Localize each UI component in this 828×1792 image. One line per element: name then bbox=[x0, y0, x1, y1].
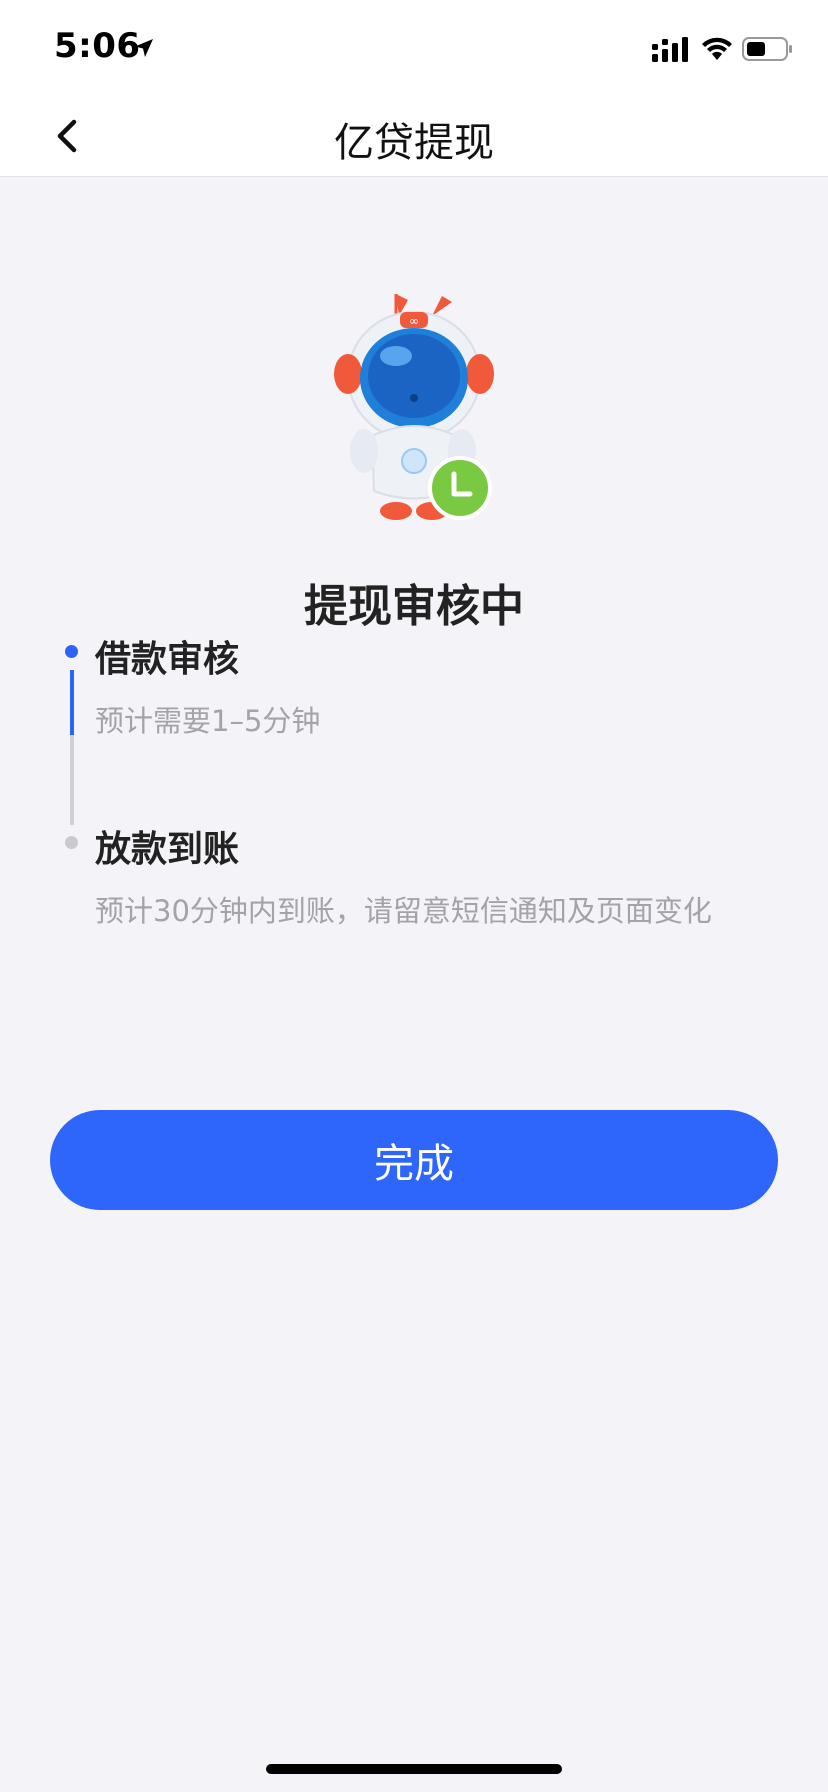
status-bar: 5:06 bbox=[0, 0, 828, 96]
navigation-bar: 亿贷提现 bbox=[0, 96, 828, 177]
cellular-signal-icon bbox=[652, 37, 688, 62]
battery-icon bbox=[742, 37, 792, 61]
page-title: 亿贷提现 bbox=[334, 120, 494, 166]
step-title-disbursement: 放款到账 bbox=[95, 829, 240, 870]
status-time: 5:06 bbox=[54, 26, 141, 66]
timeline-line-inactive bbox=[70, 735, 74, 825]
svg-text:∞: ∞ bbox=[409, 314, 419, 328]
timeline-line-active bbox=[70, 670, 74, 735]
step-desc-loan-review: 预计需要1–5分钟 bbox=[95, 704, 321, 738]
wifi-icon bbox=[702, 37, 732, 60]
step-dot-active bbox=[65, 645, 78, 658]
step-title-loan-review: 借款审核 bbox=[95, 639, 240, 680]
robot-mascot-icon: ∞ bbox=[334, 294, 494, 520]
step-dot-inactive bbox=[65, 836, 78, 849]
done-button[interactable]: 完成 bbox=[50, 1110, 778, 1210]
screen: 5:06 亿贷提现 ∞ 提现审核中 借款审核 预计需要1–5分钟 放款到账 预计… bbox=[0, 0, 828, 1792]
location-arrow-icon bbox=[135, 39, 153, 57]
home-indicator[interactable] bbox=[266, 1764, 562, 1774]
step-desc-disbursement: 预计30分钟内到账，请留意短信通知及页面变化 bbox=[95, 894, 712, 928]
status-title: 提现审核中 bbox=[304, 581, 524, 632]
